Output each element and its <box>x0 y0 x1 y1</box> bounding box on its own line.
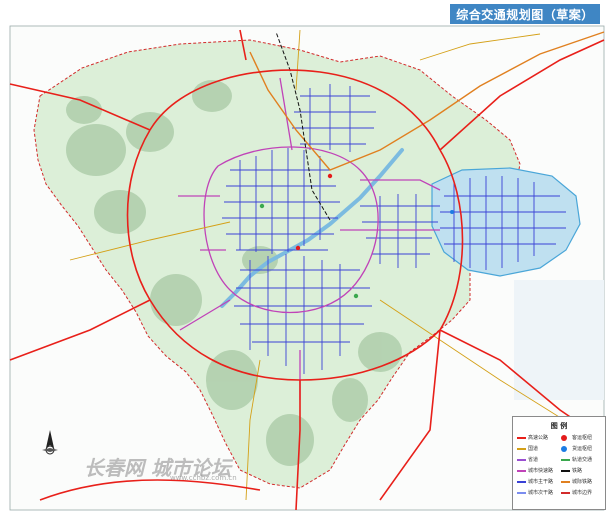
legend-label: 城际铁路 <box>572 479 593 485</box>
legend-swatch <box>561 435 567 441</box>
legend-label: 高速公路 <box>528 435 549 441</box>
north-arrow-icon <box>38 428 62 466</box>
legend-swatch <box>561 481 570 483</box>
legend-swatch <box>561 492 570 494</box>
legend-label: 轨道交通 <box>572 457 593 463</box>
legend-label: 客运枢纽 <box>572 435 593 441</box>
legend-label: 国道 <box>528 446 539 452</box>
legend-swatch <box>517 437 526 439</box>
legend-swatch <box>517 481 526 483</box>
legend: 图 例 高速公路 客运枢纽 国道 货运枢纽 省道 轨道交通 城市快速路 铁路 城… <box>512 416 606 510</box>
legend-swatch <box>561 446 567 452</box>
legend-label: 铁路 <box>572 468 583 474</box>
legend-label: 城市次干路 <box>528 490 554 496</box>
legend-label: 城市主干路 <box>528 479 554 485</box>
legend-swatch <box>517 492 526 494</box>
legend-swatch <box>517 470 526 472</box>
legend-swatch <box>561 470 570 472</box>
watermark-url: www.cchbz.com.cn <box>170 474 237 482</box>
legend-swatch <box>517 448 526 450</box>
legend-label: 省道 <box>528 457 539 463</box>
legend-label: 城市快速路 <box>528 468 554 474</box>
legend-swatch <box>561 459 570 461</box>
legend-label: 货运枢纽 <box>572 446 593 452</box>
legend-swatch <box>517 459 526 461</box>
title-bar: 综合交通规划图（草案） <box>450 4 600 24</box>
legend-label: 城市边界 <box>572 490 593 496</box>
map-title: 综合交通规划图（草案） <box>456 8 594 22</box>
legend-title: 图 例 <box>550 422 568 430</box>
